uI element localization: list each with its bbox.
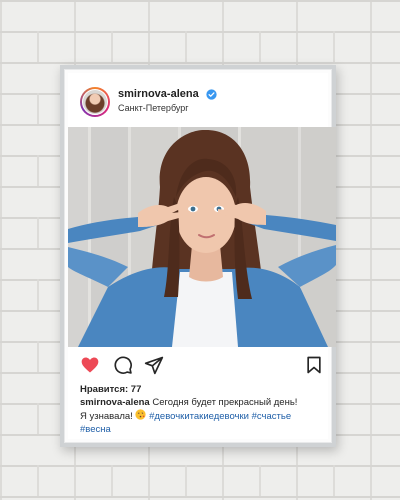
hashtag-link[interactable]: #весна	[80, 424, 111, 435]
woman-portrait-illustration	[68, 129, 336, 347]
instagram-post: smirnova-alena Санкт-Петербург Нравится:…	[68, 73, 336, 439]
avatar-photo	[82, 89, 108, 115]
post-caption: Нравится: 77 smirnova-alena Сегодня буде…	[80, 383, 328, 436]
caption-text: Сегодня будет прекрасный день!	[152, 397, 298, 408]
poster-frame: smirnova-alena Санкт-Петербург Нравится:…	[60, 65, 336, 447]
post-actions	[80, 355, 324, 377]
post-location[interactable]: Санкт-Петербург	[118, 103, 189, 113]
comment-icon[interactable]	[113, 355, 133, 375]
caption-username[interactable]: smirnova-alena	[80, 397, 150, 408]
kiss-emoji-icon	[135, 409, 147, 420]
bookmark-icon[interactable]	[304, 355, 324, 375]
heart-icon[interactable]	[80, 355, 100, 375]
send-icon[interactable]	[144, 355, 164, 375]
post-photo[interactable]	[68, 127, 336, 347]
post-username[interactable]: smirnova-alena	[118, 88, 199, 100]
hashtag-link[interactable]: #счастье	[252, 411, 292, 422]
verified-badge-icon	[206, 89, 217, 100]
likes-count[interactable]: Нравится: 77	[80, 383, 328, 396]
post-header: smirnova-alena Санкт-Петербург	[80, 87, 320, 121]
avatar[interactable]	[80, 87, 110, 117]
caption-text-2: Я узнавала!	[80, 411, 133, 422]
hashtag-link[interactable]: #девочкитакиедевочки	[149, 411, 249, 422]
